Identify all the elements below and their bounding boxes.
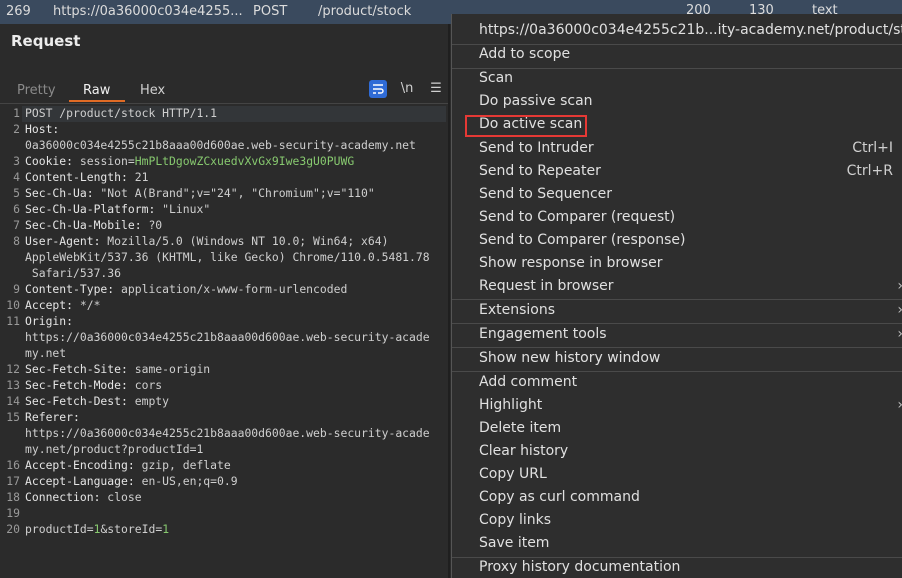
context-menu: https://0a36000c034e4255c21b...ity-acade… <box>451 14 902 578</box>
code-line: Sec-Ch-Ua-Mobile: ?0 <box>25 218 163 232</box>
tab-hex[interactable]: Hex <box>140 83 165 98</box>
menu-separator <box>452 323 902 324</box>
word-wrap-icon[interactable] <box>369 80 387 98</box>
line-number: 3 <box>13 154 20 168</box>
code-line: Sec-Fetch-Dest: empty <box>25 394 170 408</box>
submenu-arrow-icon: › <box>897 326 902 342</box>
submenu-arrow-icon: › <box>897 278 902 294</box>
code-line: Accept-Encoding: gzip, deflate <box>25 458 231 472</box>
code-line: Connection: close <box>25 490 142 504</box>
menu-item-extensions[interactable]: Extensions <box>479 302 555 318</box>
code-line: 0a36000c034e4255c21b8aaa00d600ae.web-sec… <box>25 138 416 152</box>
line-number: 17 <box>6 474 20 488</box>
menu-separator <box>452 68 902 69</box>
menu-icon[interactable]: ☰ <box>427 80 445 98</box>
code-line: my.net/product?productId=1 <box>25 442 204 456</box>
line-number: 14 <box>6 394 20 408</box>
line-number: 12 <box>6 362 20 376</box>
code-line: User-Agent: Mozilla/5.0 (Windows NT 10.0… <box>25 234 389 248</box>
row-url: https://0a36000c034e4255... <box>53 4 243 19</box>
menu-item-save-item[interactable]: Save item <box>479 535 549 551</box>
line-number: 5 <box>13 186 20 200</box>
menu-separator <box>452 299 902 300</box>
newline-toggle-icon[interactable]: \n <box>398 80 416 98</box>
code-line: AppleWebKit/537.36 (KHTML, like Gecko) C… <box>25 250 430 264</box>
row-method: POST <box>253 4 288 19</box>
code-line: Origin: <box>25 314 74 328</box>
code-line: Sec-Fetch-Mode: cors <box>25 378 163 392</box>
code-line: Accept-Language: en-US,en;q=0.9 <box>25 474 238 488</box>
code-line: https://0a36000c034e4255c21b8aaa00d600ae… <box>25 426 430 440</box>
menu-item-send-to-comparer-response[interactable]: Send to Comparer (response) <box>479 232 685 248</box>
code-line: Sec-Fetch-Site: same-origin <box>25 362 211 376</box>
code-line: Host: <box>25 122 60 136</box>
active-tab-indicator <box>69 100 125 102</box>
row-path: /product/stock <box>318 4 412 19</box>
menu-item-delete-item[interactable]: Delete item <box>479 420 561 436</box>
code-line: Sec-Ch-Ua: "Not A(Brand";v="24", "Chromi… <box>25 186 375 200</box>
line-number: 9 <box>13 282 20 296</box>
shortcut-intruder: Ctrl+I <box>852 140 893 156</box>
line-number: 8 <box>13 234 20 248</box>
code-line: productId=1&storeId=1 <box>25 522 170 536</box>
line-number: 4 <box>13 170 20 184</box>
submenu-arrow-icon: › <box>897 397 902 413</box>
row-number: 269 <box>6 4 31 19</box>
menu-item-request-in-browser[interactable]: Request in browser <box>479 278 614 294</box>
line-number: 10 <box>6 298 20 312</box>
tab-pretty[interactable]: Pretty <box>17 83 56 98</box>
code-line: my.net <box>25 346 67 360</box>
menu-item-copy-as-curl[interactable]: Copy as curl command <box>479 489 640 505</box>
line-number: 20 <box>6 522 20 536</box>
code-line: Safari/537.36 <box>25 266 122 280</box>
code-line: Sec-Ch-Ua-Platform: "Linux" <box>25 202 211 216</box>
menu-item-proxy-history-documentation[interactable]: Proxy history documentation <box>479 559 680 575</box>
menu-item-show-new-history-window[interactable]: Show new history window <box>479 350 660 366</box>
menu-separator <box>452 44 902 45</box>
line-number: 11 <box>6 314 20 328</box>
panel-divider[interactable] <box>448 24 450 578</box>
line-number: 19 <box>6 506 20 520</box>
request-title: Request <box>11 32 81 50</box>
tab-separator <box>0 103 448 104</box>
menu-item-send-to-sequencer[interactable]: Send to Sequencer <box>479 186 612 202</box>
menu-item-send-to-comparer-request[interactable]: Send to Comparer (request) <box>479 209 675 225</box>
code-line: Accept: */* <box>25 298 101 312</box>
line-number: 1 <box>13 106 20 120</box>
menu-header-url: https://0a36000c034e4255c21b...ity-acade… <box>479 22 902 38</box>
line-number: 18 <box>6 490 20 504</box>
code-line: POST /product/stock HTTP/1.1 <box>25 106 218 120</box>
menu-item-copy-links[interactable]: Copy links <box>479 512 551 528</box>
line-number: 2 <box>13 122 20 136</box>
code-line: Content-Type: application/x-www-form-url… <box>25 282 348 296</box>
menu-item-clear-history[interactable]: Clear history <box>479 443 568 459</box>
menu-item-add-to-scope[interactable]: Add to scope <box>479 46 570 62</box>
code-line: Referer: <box>25 410 80 424</box>
shortcut-repeater: Ctrl+R <box>846 163 893 179</box>
menu-separator <box>452 371 902 372</box>
menu-item-do-active-scan[interactable]: Do active scan <box>479 116 582 132</box>
line-number: 13 <box>6 378 20 392</box>
menu-item-send-to-intruder[interactable]: Send to Intruder <box>479 140 594 156</box>
menu-item-do-passive-scan[interactable]: Do passive scan <box>479 93 593 109</box>
menu-separator <box>452 557 902 558</box>
line-number: 6 <box>13 202 20 216</box>
menu-item-show-response-in-browser[interactable]: Show response in browser <box>479 255 663 271</box>
code-line: Cookie: session=HmPLtDgowZCxuedvXvGx9Iwe… <box>25 154 355 168</box>
menu-item-add-comment[interactable]: Add comment <box>479 374 577 390</box>
line-number: 7 <box>13 218 20 232</box>
line-number: 16 <box>6 458 20 472</box>
tab-raw[interactable]: Raw <box>83 83 110 98</box>
menu-item-scan[interactable]: Scan <box>479 70 513 86</box>
menu-item-copy-url[interactable]: Copy URL <box>479 466 547 482</box>
submenu-arrow-icon: › <box>897 302 902 318</box>
line-number: 15 <box>6 410 20 424</box>
menu-separator <box>452 347 902 348</box>
code-line: https://0a36000c034e4255c21b8aaa00d600ae… <box>25 330 430 344</box>
menu-item-highlight[interactable]: Highlight <box>479 397 542 413</box>
menu-item-send-to-repeater[interactable]: Send to Repeater <box>479 163 601 179</box>
code-line: Content-Length: 21 <box>25 170 149 184</box>
menu-item-engagement-tools[interactable]: Engagement tools <box>479 326 607 342</box>
